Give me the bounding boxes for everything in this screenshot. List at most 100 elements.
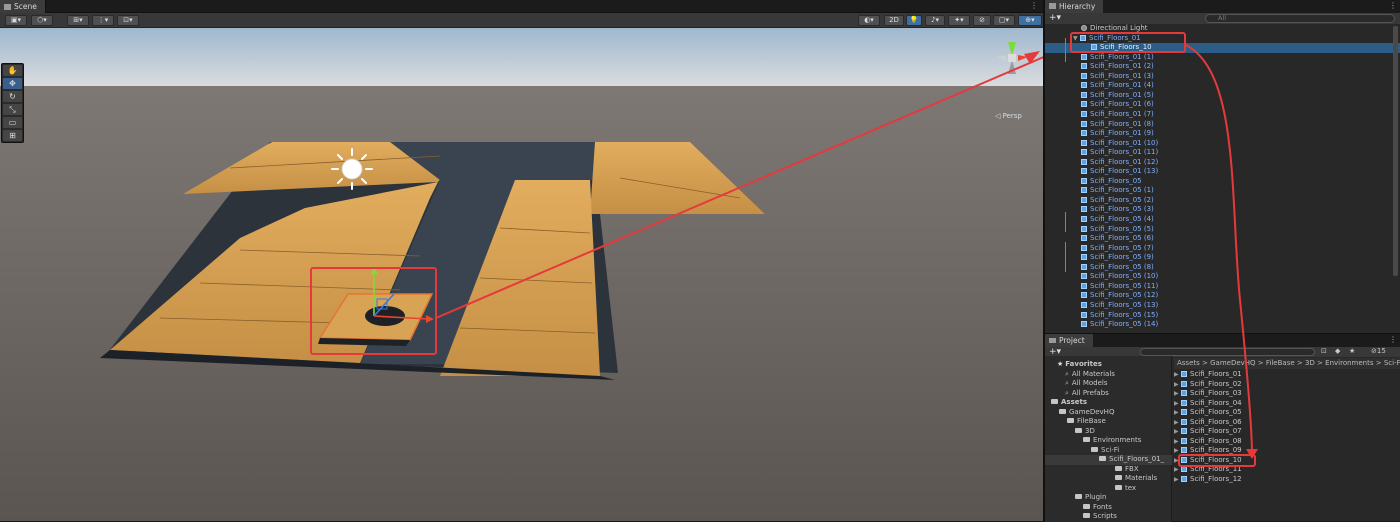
hierarchy-item[interactable]: Scifi_Floors_01 (12) <box>1045 158 1400 168</box>
hierarchy-item[interactable]: Scifi_Floors_05 (1) <box>1045 186 1400 196</box>
asset-item[interactable]: ▶ Scifi_Floors_02 <box>1174 380 1242 390</box>
asset-item[interactable]: ▶ Scifi_Floors_04 <box>1174 399 1242 409</box>
hierarchy-item[interactable]: Scifi_Floors_05 (12) <box>1045 291 1400 301</box>
hierarchy-item[interactable]: Scifi_Floors_01 (11) <box>1045 148 1400 158</box>
breadcrumb-item[interactable]: Environments <box>1325 359 1373 367</box>
hierarchy-item[interactable]: Scifi_Floors_01 (4) <box>1045 81 1400 91</box>
expand-arrow-icon[interactable]: ▶ <box>1174 380 1181 390</box>
add-object-plus-icon[interactable]: +▾ <box>1049 13 1061 24</box>
increment-snap-dropdown[interactable]: ⊡▾ <box>117 15 139 26</box>
expand-arrow-icon[interactable]: ▶ <box>1174 408 1181 418</box>
expand-arrow-icon[interactable]: ▶ <box>1174 475 1181 485</box>
camera-dropdown-icon[interactable]: ▢▾ <box>993 15 1015 26</box>
scene-menu-icon[interactable]: ⋮ <box>1030 1 1038 10</box>
effects-dropdown-icon[interactable]: ✦▾ <box>948 15 970 26</box>
expand-arrow-icon[interactable]: ▶ <box>1174 427 1181 437</box>
project-tree-item[interactable]: Plugin <box>1075 493 1106 503</box>
asset-item[interactable]: ▶ Scifi_Floors_05 <box>1174 408 1242 418</box>
mode-2d-toggle[interactable]: 2D <box>884 15 904 26</box>
hierarchy-item[interactable]: Scifi_Floors_05 (3) <box>1045 205 1400 215</box>
asset-item[interactable]: ▶ Scifi_Floors_03 <box>1174 389 1242 399</box>
hand-tool-icon[interactable]: ✋ <box>3 65 22 76</box>
grid-snap-dropdown[interactable]: ⊞▾ <box>67 15 89 26</box>
project-tree-item[interactable]: GameDevHQ <box>1059 408 1114 418</box>
hierarchy-item[interactable]: Scifi_Floors_01 (9) <box>1045 129 1400 139</box>
asset-item[interactable]: ▶ Scifi_Floors_12 <box>1174 475 1242 485</box>
project-tree-item[interactable]: Fonts <box>1083 503 1112 513</box>
breadcrumb-item[interactable]: GameDevHQ <box>1210 359 1255 367</box>
hierarchy-item[interactable]: Scifi_Floors_05 (10) <box>1045 272 1400 282</box>
asset-item[interactable]: ▶ Scifi_Floors_06 <box>1174 418 1242 428</box>
hidden-objects-icon[interactable]: ⊘ <box>973 15 991 26</box>
hierarchy-item[interactable]: Scifi_Floors_05 (7) <box>1045 244 1400 254</box>
transform-tool-icon[interactable]: ⊞ <box>3 130 22 141</box>
scene-tab[interactable]: Scene <box>0 0 46 13</box>
project-tree-item[interactable]: ⌕ All Models <box>1065 379 1108 389</box>
favorite-search-icon[interactable]: ★ <box>1349 347 1355 355</box>
hierarchy-item[interactable]: Scifi_Floors_05 (8) <box>1045 263 1400 273</box>
expand-arrow-icon[interactable]: ▶ <box>1174 399 1181 409</box>
hierarchy-item[interactable]: Scifi_Floors_01 (6) <box>1045 100 1400 110</box>
hierarchy-item[interactable]: Scifi_Floors_01 (13) <box>1045 167 1400 177</box>
hierarchy-item[interactable]: Scifi_Floors_05 (6) <box>1045 234 1400 244</box>
hidden-packages-icon[interactable]: ⊘15 <box>1371 347 1386 355</box>
asset-item[interactable]: ▶ Scifi_Floors_01 <box>1174 370 1242 380</box>
breadcrumb-item[interactable]: Assets <box>1177 359 1200 367</box>
directional-light-icon[interactable] <box>331 148 373 190</box>
expand-arrow-icon[interactable]: ▶ <box>1174 437 1181 447</box>
project-tree-item[interactable]: FileBase <box>1067 417 1106 427</box>
lighting-toggle-icon[interactable]: 💡 <box>906 15 922 26</box>
project-search-input[interactable] <box>1140 348 1315 356</box>
project-tree-item[interactable]: Environments <box>1083 436 1141 446</box>
search-by-type-icon[interactable]: ⊡ <box>1321 347 1327 355</box>
hierarchy-item[interactable]: Scifi_Floors_01 (2) <box>1045 62 1400 72</box>
gizmo-cube-dropdown[interactable]: ⬡▾ <box>31 15 53 26</box>
hierarchy-item[interactable]: Scifi_Floors_05 (14) <box>1045 320 1400 330</box>
hierarchy-item[interactable]: Scifi_Floors_05 (9) <box>1045 253 1400 263</box>
project-tab[interactable]: Project <box>1045 334 1093 347</box>
hierarchy-item[interactable]: Scifi_Floors_05 <box>1045 177 1400 187</box>
breadcrumb-item[interactable]: FileBase <box>1266 359 1295 367</box>
hierarchy-item[interactable]: Scifi_Floors_05 (4) <box>1045 215 1400 225</box>
expand-arrow-icon[interactable]: ▶ <box>1174 389 1181 399</box>
breadcrumb-item[interactable]: 3D <box>1305 359 1315 367</box>
asset-item[interactable]: ▶ Scifi_Floors_07 <box>1174 427 1242 437</box>
hierarchy-item[interactable]: Scifi_Floors_01 (1) <box>1045 53 1400 63</box>
project-tree-item[interactable]: Assets <box>1051 398 1087 408</box>
hierarchy-item[interactable]: Scifi_Floors_05 (5) <box>1045 225 1400 235</box>
hierarchy-scrollbar[interactable] <box>1393 26 1398 276</box>
draw-mode-dropdown[interactable]: ▣▾ <box>5 15 27 26</box>
expand-arrow-icon[interactable]: ▶ <box>1174 370 1181 380</box>
project-tree-item[interactable]: Materials <box>1115 474 1157 484</box>
hierarchy-item[interactable]: Scifi_Floors_05 (13) <box>1045 301 1400 311</box>
project-tree-item[interactable]: tex <box>1115 484 1136 494</box>
project-tree-item[interactable]: Sci-Fi <box>1091 446 1119 456</box>
hierarchy-item[interactable]: Scifi_Floors_01 (3) <box>1045 72 1400 82</box>
move-tool-icon[interactable]: ✥ <box>3 78 22 89</box>
hierarchy-item[interactable]: Scifi_Floors_05 (15) <box>1045 311 1400 321</box>
hierarchy-item[interactable]: Scifi_Floors_01 (10) <box>1045 139 1400 149</box>
hierarchy-item[interactable]: Scifi_Floors_01 (5) <box>1045 91 1400 101</box>
hierarchy-menu-icon[interactable]: ⋮ <box>1389 1 1397 10</box>
gizmos-dropdown-icon[interactable]: ⊕▾ <box>1018 15 1042 26</box>
project-tree-item[interactable]: Scifi_Floors_01_ <box>1045 455 1172 465</box>
hierarchy-item[interactable]: Scifi_Floors_05 (11) <box>1045 282 1400 292</box>
scale-tool-icon[interactable]: ⤡ <box>3 104 22 115</box>
snap-settings-dropdown[interactable]: ⋮▾ <box>92 15 114 26</box>
asset-item[interactable]: ▶ Scifi_Floors_08 <box>1174 437 1242 447</box>
project-tree-item[interactable]: ⌕ All Materials <box>1065 370 1115 380</box>
hierarchy-item[interactable]: Scifi_Floors_01 (8) <box>1045 120 1400 130</box>
hierarchy-item[interactable]: Scifi_Floors_01 (7) <box>1045 110 1400 120</box>
audio-toggle-icon[interactable]: ♪▾ <box>925 15 945 26</box>
hierarchy-item[interactable]: Scifi_Floors_05 (2) <box>1045 196 1400 206</box>
persp-label[interactable]: ◁ Persp <box>995 112 1022 120</box>
expand-arrow-icon[interactable]: ▶ <box>1174 418 1181 428</box>
project-tree-item[interactable]: ⌕ All Prefabs <box>1065 389 1109 399</box>
hierarchy-search-input[interactable]: All <box>1205 14 1395 23</box>
project-tree-item[interactable]: ★ Favorites <box>1057 360 1102 370</box>
scene-viewport[interactable]: ✋ ✥ ↻ ⤡ ▭ ⊞ ◁ Persp <box>0 28 1043 521</box>
rect-tool-icon[interactable]: ▭ <box>3 117 22 128</box>
project-tree-item[interactable]: Scripts <box>1083 512 1117 522</box>
project-menu-icon[interactable]: ⋮ <box>1389 335 1397 344</box>
scene-visibility-dropdown[interactable]: ◐▾ <box>858 15 880 26</box>
